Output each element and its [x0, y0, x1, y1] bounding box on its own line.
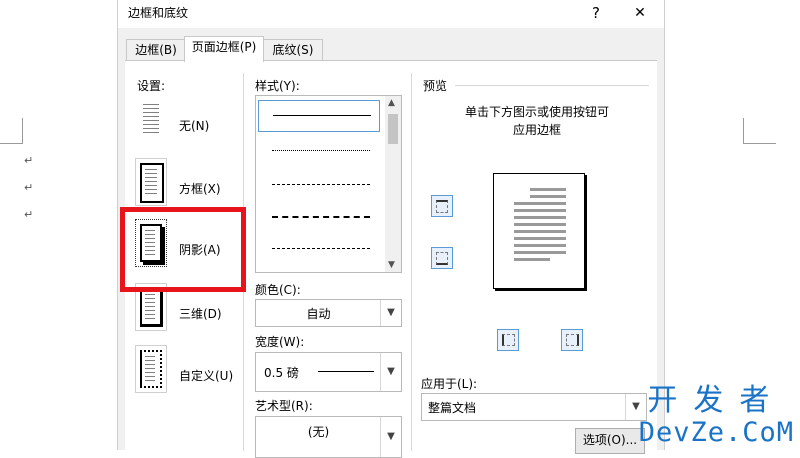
style-option-dash-dot[interactable] [258, 234, 378, 262]
page-corner-left [0, 118, 23, 144]
width-value: 0.5 磅 [264, 366, 299, 380]
tab-borders[interactable]: 边框(B) [126, 39, 186, 62]
setting-none-icon [135, 95, 167, 143]
scroll-thumb[interactable] [388, 114, 398, 144]
width-line-preview [318, 371, 374, 372]
preview-heading: 预览 [423, 79, 448, 93]
style-heading: 样式(Y): [255, 79, 300, 93]
art-value: (无) [307, 425, 330, 439]
style-option-dotted[interactable] [258, 136, 378, 164]
preview-divider [455, 85, 649, 86]
setting-label: 无(N) [179, 119, 210, 133]
preview-hint: 单击下方图示或使用按钮可 [465, 105, 610, 119]
scroll-up-icon[interactable]: ▲ [388, 98, 395, 108]
chevron-down-icon[interactable]: ▼ [380, 353, 401, 391]
style-list[interactable]: ▲ ▼ [255, 95, 402, 273]
tab-label: 边框(B) [135, 43, 177, 57]
border-top-icon [436, 200, 448, 213]
highlight-box [120, 207, 246, 292]
apply-to-dropdown[interactable]: 整篇文档 ▼ [421, 393, 647, 421]
setting-custom[interactable]: 自定义(U) [135, 345, 245, 395]
dialog-title: 边框和底纹 [128, 6, 189, 20]
chevron-down-icon[interactable]: ▼ [380, 417, 401, 457]
right-border-button[interactable] [561, 329, 583, 351]
tab-label: 底纹(S) [272, 43, 314, 57]
setting-label: 自定义(U) [179, 369, 234, 383]
width-dropdown[interactable]: 0.5 磅 ▼ [255, 352, 402, 392]
border-left-icon [502, 334, 515, 346]
top-border-button[interactable] [431, 195, 453, 217]
watermark: 开发者 DevZe.CoM [639, 384, 794, 448]
options-button-label: 选项(O)... [582, 433, 638, 447]
page-corner-right [743, 118, 776, 144]
bottom-border-button[interactable] [431, 247, 453, 269]
setting-box-icon [135, 158, 167, 206]
style-option-dashed-long[interactable] [258, 202, 378, 230]
width-label: 宽度(W): [255, 335, 305, 349]
setting-box[interactable]: 方框(X) [135, 158, 235, 208]
border-bottom-icon [436, 252, 448, 265]
preview-text-lines [514, 188, 566, 261]
scroll-down-icon[interactable]: ▼ [388, 260, 395, 270]
options-button[interactable]: 选项(O)... [575, 428, 645, 454]
divider [411, 73, 412, 451]
help-button[interactable]: ? [578, 0, 614, 28]
setting-custom-icon [135, 345, 167, 393]
art-label: 艺术型(R): [255, 399, 313, 413]
close-button[interactable]: ✕ [622, 0, 658, 28]
apply-to-label: 应用于(L): [421, 377, 478, 391]
border-right-icon [566, 334, 579, 346]
paragraph-mark: ↵ [24, 181, 34, 194]
left-border-button[interactable] [497, 329, 519, 351]
apply-to-value: 整篇文档 [428, 401, 477, 415]
tab-label: 页面边框(P) [191, 40, 257, 54]
chevron-down-icon[interactable]: ▼ [380, 300, 401, 326]
paragraph-mark: ↵ [24, 208, 34, 221]
settings-heading: 设置: [137, 79, 166, 93]
dialog-titlebar: 边框和底纹 ? ✕ [118, 0, 664, 28]
color-label: 颜色(C): [255, 283, 301, 297]
paragraph-mark: ↵ [24, 154, 34, 167]
color-dropdown[interactable]: 自动 ▼ [255, 299, 402, 327]
watermark-line1: 开发者 [647, 383, 786, 418]
setting-label: 三维(D) [179, 307, 222, 321]
style-option-solid[interactable] [258, 100, 380, 132]
setting-label: 方框(X) [179, 182, 221, 196]
tab-page-border[interactable]: 页面边框(P) [184, 36, 264, 62]
preview-page[interactable] [493, 173, 585, 289]
watermark-line2: DevZe.CoM [638, 417, 794, 448]
setting-none[interactable]: 无(N) [135, 95, 235, 145]
style-option-dashed[interactable] [258, 170, 378, 198]
style-list-scrollbar[interactable]: ▲ ▼ [385, 96, 401, 272]
preview-hint: 应用边框 [513, 123, 562, 137]
art-dropdown[interactable]: (无) ▼ [255, 416, 402, 458]
tab-shading[interactable]: 底纹(S) [263, 39, 323, 62]
color-value: 自动 [306, 307, 331, 321]
